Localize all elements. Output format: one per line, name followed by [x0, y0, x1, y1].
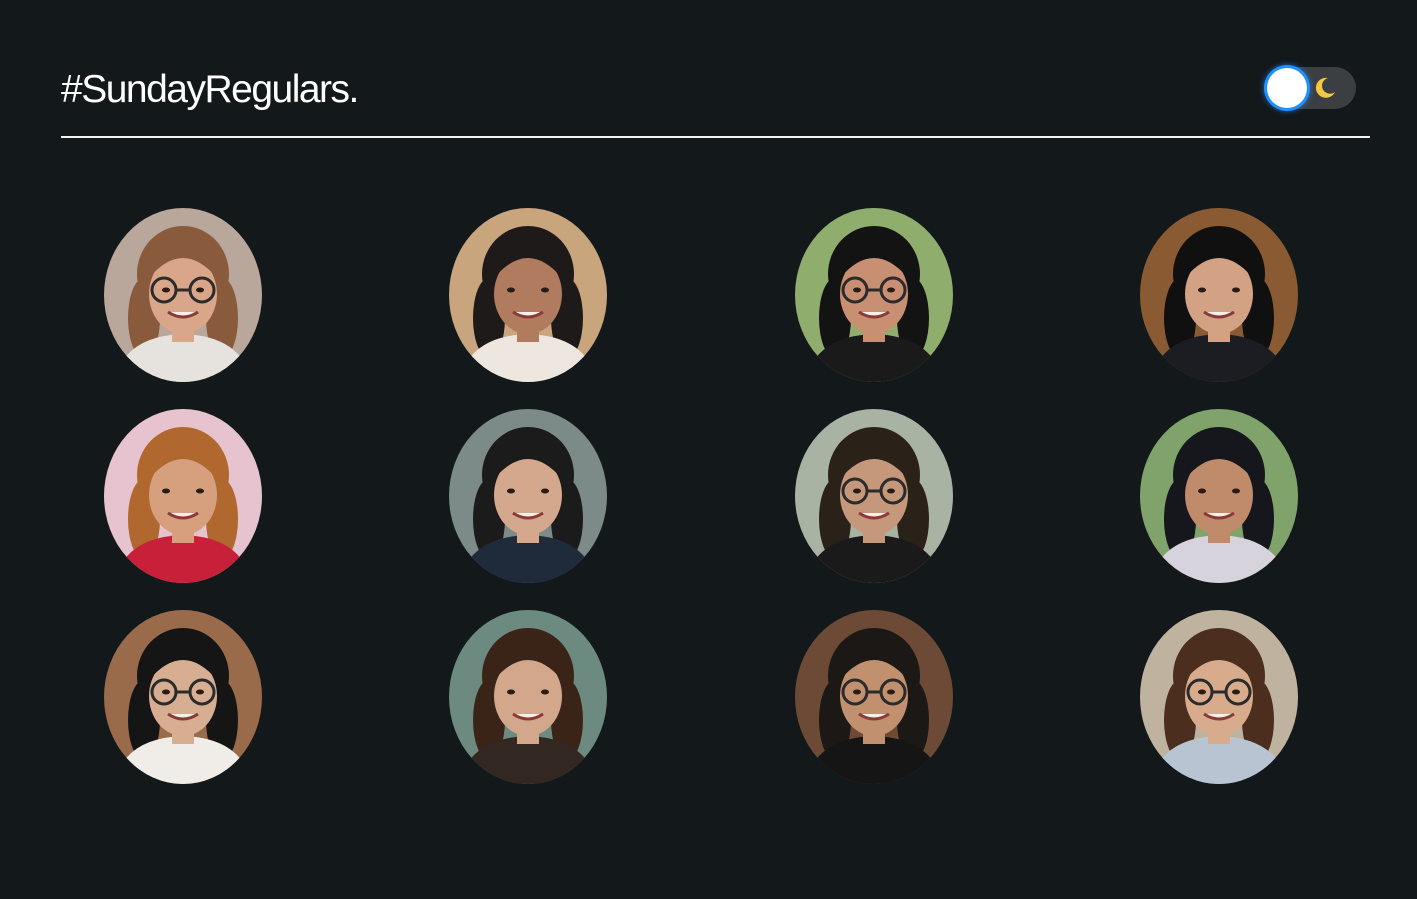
- member-avatar[interactable]: [104, 610, 262, 784]
- member-avatar[interactable]: [795, 610, 953, 784]
- person-photo: [795, 208, 953, 382]
- toggle-knob: [1267, 68, 1307, 108]
- member-avatar[interactable]: [1140, 610, 1298, 784]
- person-photo: [104, 409, 262, 583]
- person-photo: [449, 610, 607, 784]
- person-photo: [1140, 610, 1298, 784]
- member-avatar[interactable]: [795, 208, 953, 382]
- page-title: #SundayRegulars.: [61, 68, 359, 111]
- member-avatar[interactable]: [104, 409, 262, 583]
- member-avatar[interactable]: [795, 409, 953, 583]
- member-avatar[interactable]: [104, 208, 262, 382]
- person-photo: [795, 409, 953, 583]
- member-avatar[interactable]: [1140, 208, 1298, 382]
- person-photo: [449, 409, 607, 583]
- person-photo: [104, 208, 262, 382]
- person-photo: [104, 610, 262, 784]
- member-avatar[interactable]: [449, 409, 607, 583]
- member-avatar[interactable]: [449, 208, 607, 382]
- theme-toggle[interactable]: [1264, 67, 1356, 109]
- member-avatar[interactable]: [449, 610, 607, 784]
- person-photo: [1140, 409, 1298, 583]
- person-photo: [795, 610, 953, 784]
- page-header: #SundayRegulars.: [61, 60, 1370, 138]
- person-photo: [1140, 208, 1298, 382]
- moon-icon: [1315, 77, 1335, 98]
- person-photo: [449, 208, 607, 382]
- member-avatar[interactable]: [1140, 409, 1298, 583]
